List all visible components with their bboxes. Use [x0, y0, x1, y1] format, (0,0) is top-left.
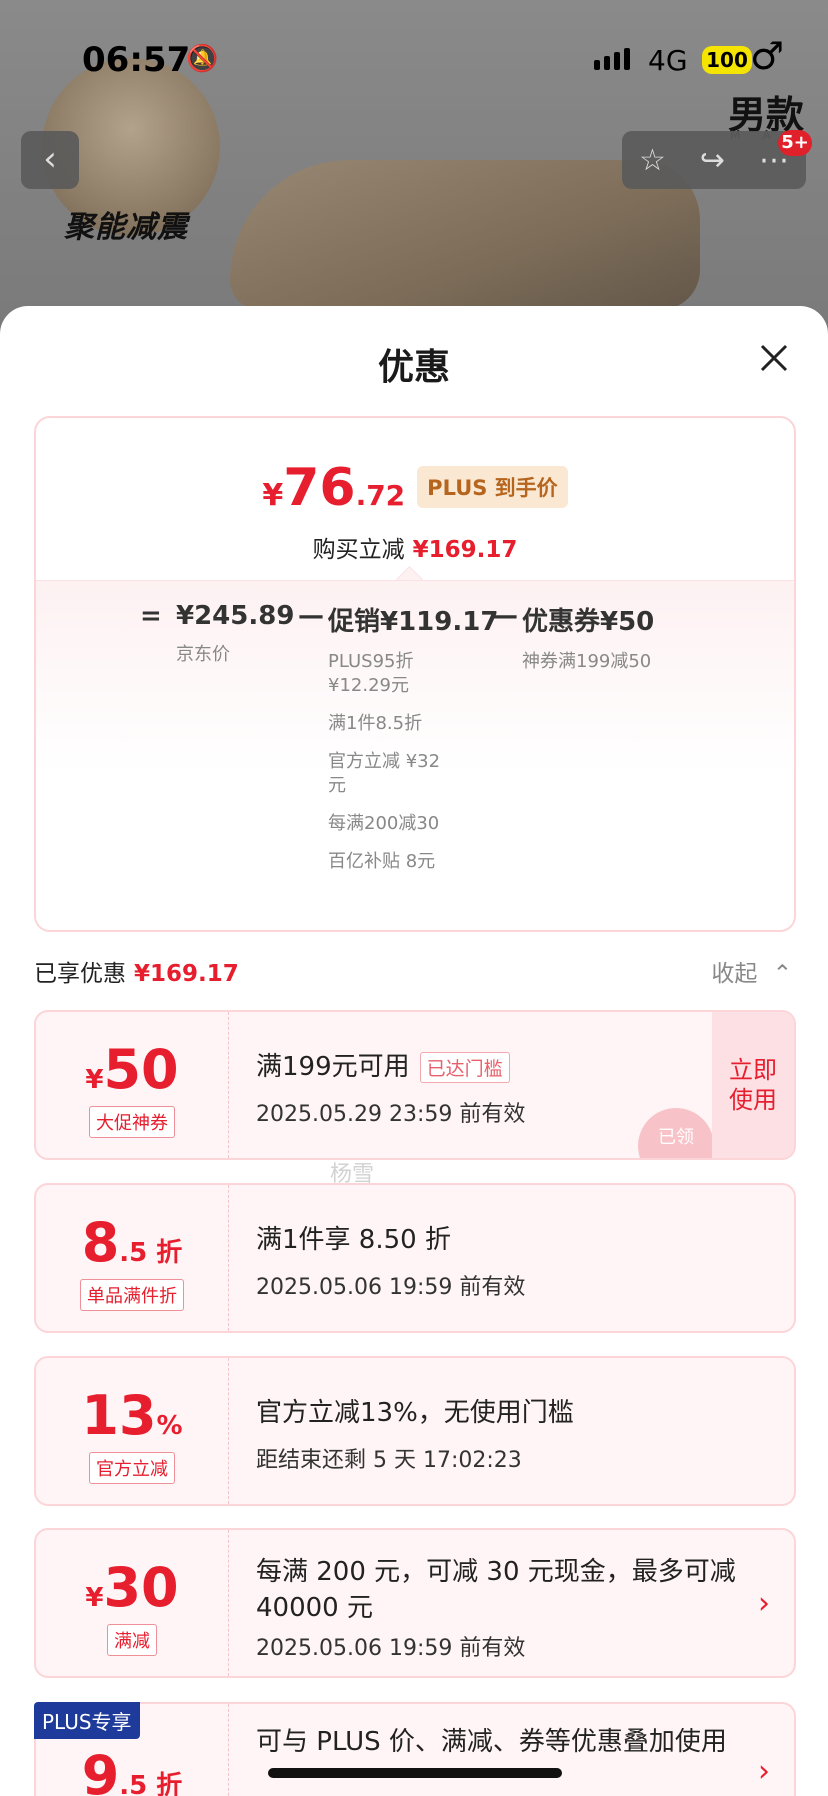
final-price-section: ¥ 76 .72 PLUS 到手价 购买立减 ¥169.17 — [36, 418, 794, 580]
promo-col: 促销¥119.17 PLUS95折 ¥12.29元 满1件8.5折 官方立减 ¥… — [328, 601, 498, 874]
promo-item: PLUS95折 ¥12.29元 — [328, 651, 414, 696]
coupon-title: 官方立减13%，无使用门槛 — [256, 1398, 574, 1428]
jd-price: ¥245.89 — [176, 601, 295, 631]
price-decimal: .72 — [355, 479, 406, 512]
chevron-right-icon: › — [758, 1586, 770, 1621]
chevron-up-icon: ⌃ — [772, 961, 792, 987]
coupon-value-area: 8.5 折 单品满件折 — [36, 1185, 229, 1331]
collapse-label: 收起 — [711, 961, 758, 987]
product-slogan: 聚能减震 — [64, 210, 188, 245]
formula-minus-2: — — [492, 601, 518, 631]
coupon-col: 优惠券¥50 神券满199减50 — [522, 601, 654, 674]
promo-total: 促销¥119.17 — [328, 607, 499, 637]
coupon-value: 8.5 折 — [81, 1211, 183, 1274]
back-button[interactable]: ‹ — [21, 131, 79, 189]
use-now-label: 立即使用 — [729, 1056, 777, 1114]
promo-item: 每满200减30 — [328, 813, 440, 834]
battery-indicator: 100 — [702, 46, 752, 74]
price-formula: = ¥245.89 京东价 — 促销¥119.17 PLUS95折 ¥12.29… — [36, 580, 794, 930]
network-type: 4G — [648, 44, 688, 77]
promo-item: 满1件8.5折 — [328, 713, 423, 734]
coupon-title: 每满 200 元，可减 30 元现金，最多可减 40000 元 — [256, 1557, 736, 1623]
collapse-button[interactable]: 收起 ⌃ — [711, 954, 792, 988]
close-icon[interactable] — [752, 336, 796, 380]
instant-discount-label: 购买立减 — [312, 537, 405, 563]
discount-sheet: 优惠 ¥ 76 .72 PLUS 到手价 购买立减 ¥169.17 = ¥245.… — [0, 306, 828, 1796]
instant-discount-line: 购买立减 ¥169.17 — [36, 530, 794, 564]
coupon-value-area: ¥30 满减 — [36, 1530, 229, 1676]
coupon-value: 13% — [81, 1384, 183, 1447]
price-integer: 76 — [283, 458, 356, 518]
silent-bell-icon: 🔕 — [186, 44, 219, 74]
formula-equals: = — [140, 601, 162, 631]
coupon-value: 9.5 折 — [81, 1744, 183, 1796]
coupon-card: ¥50 大促神券 满199元可用 已达门槛 2025.05.29 23:59 前有… — [34, 1010, 796, 1160]
promo-item: 百亿补贴 8元 — [328, 851, 436, 872]
plus-price-tag: PLUS 到手价 — [417, 466, 568, 508]
price-currency: ¥ — [262, 478, 284, 513]
signal-icon — [594, 48, 630, 70]
status-time: 06:57 — [82, 40, 191, 80]
coupon-title: 可与 PLUS 价、满减、券等优惠叠加使用 — [256, 1727, 727, 1757]
coupon-expiry: 2025.05.06 19:59 前有效 — [256, 1636, 526, 1661]
coupon-type-tag: 大促神券 — [89, 1106, 175, 1138]
chevron-right-icon: › — [758, 1754, 770, 1789]
price-summary-card: ¥ 76 .72 PLUS 到手价 购买立减 ¥169.17 = ¥245.89 … — [34, 416, 796, 932]
coupon-card: 13% 官方立减 官方立减13%，无使用门槛 距结束还剩 5 天 17:02:2… — [34, 1356, 796, 1506]
coupon-value: ¥50 — [85, 1038, 179, 1101]
claimed-stamp: 已领 — [638, 1108, 714, 1158]
coupon-type-tag: 单品满件折 — [80, 1279, 184, 1311]
threshold-reached-badge: 已达门槛 — [419, 1052, 510, 1083]
coupon-value-area: 13% 官方立减 — [36, 1358, 229, 1504]
coupon-countdown: 距结束还剩 5 天 17:02:23 — [256, 1448, 522, 1473]
coupon-card: 8.5 折 单品满件折 满1件享 8.50 折 2025.05.06 19:59… — [34, 1183, 796, 1333]
enjoyed-discount-row: 已享优惠 ¥169.17 收起 ⌃ — [34, 954, 792, 990]
enjoyed-value: ¥169.17 — [134, 961, 239, 987]
favorite-star-icon[interactable]: ☆ — [639, 143, 666, 178]
coupon-desc: 神券满199减50 — [522, 651, 652, 672]
coupon-expiry: 2025.05.29 23:59 前有效 — [256, 1102, 526, 1127]
instant-discount-value: ¥169.17 — [412, 537, 518, 563]
jd-price-col: ¥245.89 京东价 — [176, 601, 294, 667]
enjoyed-label: 已享优惠 — [34, 961, 126, 987]
enjoyed-label-group: 已享优惠 ¥169.17 — [34, 954, 239, 988]
coupon-expiry: 2025.05.06 19:59 前有效 — [256, 1275, 526, 1300]
coupon-type-tag: 满减 — [107, 1624, 157, 1656]
promo-item: 官方立减 ¥32元 — [328, 751, 441, 796]
plus-exclusive-ribbon: PLUS专享 — [34, 1702, 140, 1739]
use-now-button[interactable]: 立即使用 — [712, 1012, 794, 1158]
coupon-type-tag: 官方立减 — [89, 1452, 175, 1484]
jd-price-label: 京东价 — [176, 644, 230, 665]
formula-minus-1: — — [298, 601, 324, 631]
coupon-value: ¥30 — [85, 1556, 179, 1619]
sheet-title: 优惠 — [377, 347, 450, 388]
male-symbol-icon: ♂ — [750, 34, 785, 78]
coupon-card[interactable]: ¥30 满减 每满 200 元，可减 30 元现金，最多可减 40000 元 2… — [34, 1528, 796, 1678]
coupon-title: 满1件享 8.50 折 — [256, 1225, 451, 1255]
coupon-total: 优惠券¥50 — [522, 607, 655, 637]
message-count-badge: 5+ — [778, 130, 812, 156]
share-icon[interactable]: ↪ — [700, 143, 725, 178]
coupon-title: 满199元可用 已达门槛 — [256, 1046, 510, 1083]
coupon-value-area: ¥50 大促神券 — [36, 1012, 229, 1158]
coupon-card[interactable]: 9.5 折 可与 PLUS 价、满减、券等优惠叠加使用 › — [34, 1702, 796, 1796]
home-indicator[interactable] — [268, 1768, 562, 1778]
